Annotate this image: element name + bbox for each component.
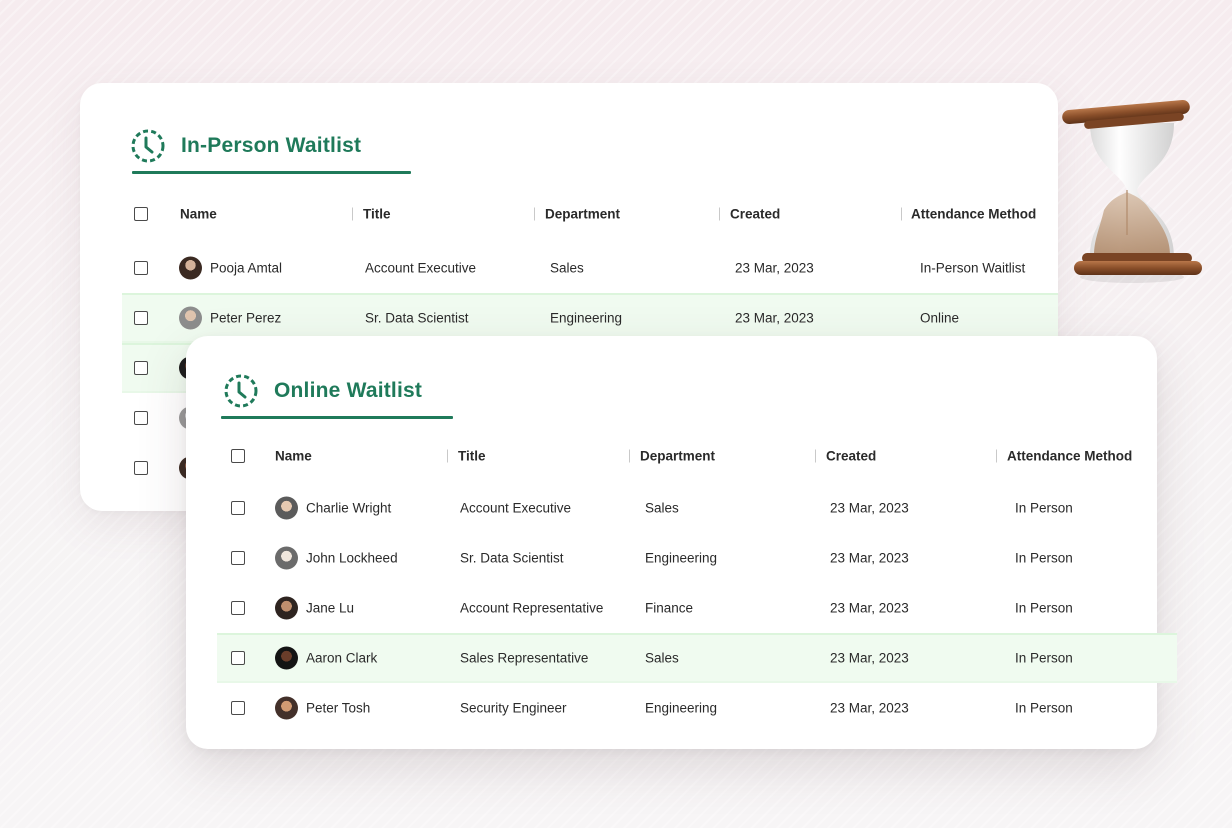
row-checkbox[interactable]	[231, 601, 245, 615]
table-row[interactable]: Charlie Wright Account Executive Sales 2…	[217, 483, 1137, 533]
attendance-cell: In Person	[1015, 650, 1073, 666]
person-name: Peter Perez	[210, 310, 282, 326]
avatar	[179, 256, 202, 280]
name-cell: Peter Perez	[179, 306, 282, 330]
table-row[interactable]: Peter Tosh Security Engineer Engineering…	[217, 683, 1137, 733]
column-header-department[interactable]: Department	[640, 449, 715, 464]
column-divider	[719, 207, 720, 221]
avatar	[275, 496, 298, 520]
avatar	[179, 306, 202, 330]
table-header-row: Name Title Department Created Attendance…	[122, 193, 1058, 235]
clock-icon	[224, 374, 258, 408]
column-header-created[interactable]: Created	[826, 449, 876, 464]
table-row[interactable]: Jane Lu Account Representative Finance 2…	[217, 583, 1137, 633]
column-header-title[interactable]: Title	[458, 449, 486, 464]
column-divider	[534, 207, 535, 221]
attendance-cell: In-Person Waitlist	[920, 260, 1026, 276]
table-row[interactable]: Aaron Clark Sales Representative Sales 2…	[217, 633, 1177, 683]
avatar	[275, 596, 298, 620]
title-cell: Account Executive	[365, 260, 477, 276]
name-cell: Peter Tosh	[275, 696, 371, 720]
person-name: Pooja Amtal	[210, 260, 283, 276]
attendance-cell: In Person	[1015, 550, 1073, 566]
name-cell: Jane Lu	[275, 596, 355, 620]
attendance-cell: In Person	[1015, 500, 1073, 516]
person-name: Aaron Clark	[306, 650, 378, 666]
created-cell: 23 Mar, 2023	[735, 260, 814, 276]
title-cell: Sr. Data Scientist	[365, 310, 469, 326]
created-cell: 23 Mar, 2023	[830, 550, 909, 566]
avatar	[275, 696, 298, 720]
hourglass-icon	[1062, 100, 1202, 283]
select-all-checkbox[interactable]	[134, 207, 148, 221]
column-divider	[447, 449, 448, 463]
online-waitlist-card: Online Waitlist Name Title Department Cr…	[186, 336, 1177, 749]
created-cell: 23 Mar, 2023	[735, 310, 814, 326]
online-table: Name Title Department Created Attendance…	[217, 435, 1177, 733]
name-cell: Aaron Clark	[275, 646, 378, 670]
attendance-cell: In Person	[1015, 600, 1073, 616]
title-cell: Sales Representative	[460, 650, 589, 666]
column-divider	[815, 449, 816, 463]
title-cell: Account Executive	[460, 500, 572, 516]
avatar	[275, 646, 298, 670]
row-checkbox[interactable]	[231, 501, 245, 515]
online-title-underline	[221, 416, 453, 419]
clock-icon	[131, 129, 165, 163]
department-cell: Sales	[645, 650, 679, 666]
row-checkbox[interactable]	[231, 651, 245, 665]
department-cell: Sales	[645, 500, 679, 516]
name-cell: Pooja Amtal	[179, 256, 283, 280]
created-cell: 23 Mar, 2023	[830, 650, 909, 666]
department-cell: Finance	[645, 600, 694, 616]
in-person-title: In-Person Waitlist	[181, 134, 362, 157]
in-person-title-underline	[132, 171, 411, 174]
column-header-attendance[interactable]: Attendance Method	[1007, 449, 1132, 464]
row-checkbox[interactable]	[134, 361, 148, 375]
title-cell: Security Engineer	[460, 700, 567, 716]
column-header-created[interactable]: Created	[730, 207, 780, 222]
person-name: Charlie Wright	[306, 500, 392, 516]
online-title: Online Waitlist	[274, 379, 423, 402]
in-person-header: In-Person Waitlist	[130, 128, 361, 164]
column-header-department[interactable]: Department	[545, 207, 620, 222]
attendance-cell: In Person	[1015, 700, 1073, 716]
person-name: John Lockheed	[306, 550, 398, 566]
title-cell: Sr. Data Scientist	[460, 550, 564, 566]
department-cell: Engineering	[645, 550, 718, 566]
column-divider	[996, 449, 997, 463]
table-header-row: Name Title Department Created Attendance…	[217, 435, 1137, 477]
table-row[interactable]: Pooja Amtal Account Executive Sales 23 M…	[122, 243, 1058, 293]
department-cell: Engineering	[645, 700, 718, 716]
column-divider	[629, 449, 630, 463]
title-cell: Account Representative	[460, 600, 604, 616]
created-cell: 23 Mar, 2023	[830, 700, 909, 716]
avatar	[275, 546, 298, 570]
department-cell: Sales	[550, 260, 584, 276]
created-cell: 23 Mar, 2023	[830, 600, 909, 616]
column-header-attendance[interactable]: Attendance Method	[911, 207, 1036, 222]
column-header-title[interactable]: Title	[363, 207, 391, 222]
attendance-cell: Online	[920, 310, 960, 326]
table-row[interactable]: John Lockheed Sr. Data Scientist Enginee…	[217, 533, 1137, 583]
row-checkbox[interactable]	[134, 461, 148, 475]
person-name: Jane Lu	[306, 600, 355, 616]
select-all-checkbox[interactable]	[231, 449, 245, 463]
column-header-name[interactable]: Name	[275, 449, 312, 464]
name-cell: Charlie Wright	[275, 496, 392, 520]
created-cell: 23 Mar, 2023	[830, 500, 909, 516]
column-divider	[901, 207, 902, 221]
row-checkbox[interactable]	[134, 411, 148, 425]
row-checkbox[interactable]	[134, 261, 148, 275]
person-name: Peter Tosh	[306, 700, 371, 716]
department-cell: Engineering	[550, 310, 623, 326]
online-header: Online Waitlist	[223, 373, 422, 409]
name-cell: John Lockheed	[275, 546, 398, 570]
row-checkbox[interactable]	[231, 551, 245, 565]
column-header-name[interactable]: Name	[180, 207, 217, 222]
row-checkbox[interactable]	[231, 701, 245, 715]
row-checkbox[interactable]	[134, 311, 148, 325]
column-divider	[352, 207, 353, 221]
